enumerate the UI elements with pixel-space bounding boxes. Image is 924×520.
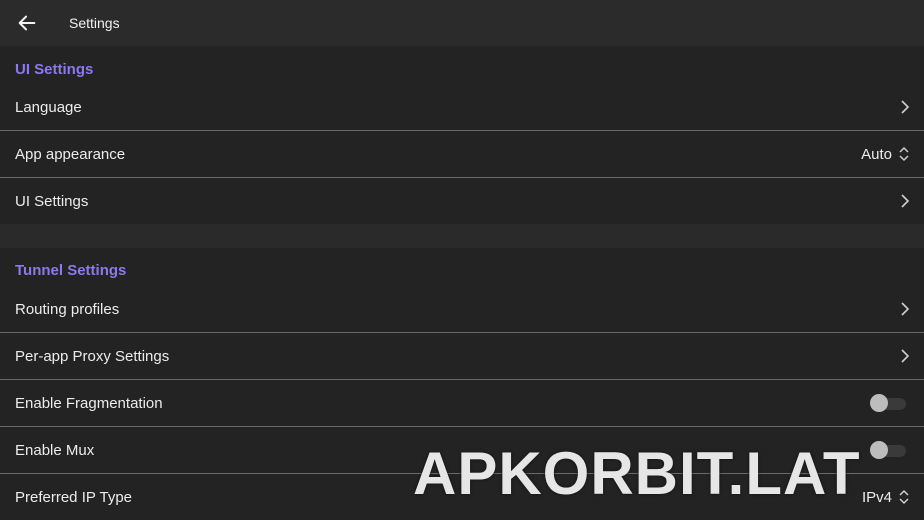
toggle-thumb [870,394,888,412]
chevron-right-icon [901,194,910,208]
ui-settings-section: UI Settings Language App appearance Auto… [0,46,924,224]
updown-chevron-icon [899,146,909,162]
settings-item-label: Routing profiles [15,300,120,318]
toggle-thumb [870,441,888,459]
section-header-ui-settings: UI Settings [15,61,94,78]
settings-item-app-appearance[interactable]: App appearance Auto [0,131,924,177]
settings-item-label: Enable Mux [15,441,95,459]
settings-item-ui-settings[interactable]: UI Settings [0,178,924,224]
settings-item-label: Preferred IP Type [15,488,133,506]
settings-item-routing-profiles[interactable]: Routing profiles [0,286,924,332]
settings-item-label: UI Settings [15,192,89,210]
section-header-tunnel-settings: Tunnel Settings [15,262,127,279]
settings-item-label: Language [15,98,82,116]
back-arrow-icon[interactable] [16,12,38,34]
watermark-text: APKORBIT.LAT [413,440,861,507]
settings-item-enable-fragmentation[interactable]: Enable Fragmentation [0,380,924,426]
settings-item-label: Per-app Proxy Settings [15,347,170,365]
chevron-right-icon [901,100,910,114]
updown-chevron-icon [899,489,909,505]
app-appearance-value: Auto [861,145,892,163]
app-bar: Settings [0,0,924,46]
section-spacer [0,224,924,248]
settings-item-language[interactable]: Language [0,84,924,130]
fragmentation-toggle[interactable] [870,393,908,413]
settings-item-label: App appearance [15,145,126,163]
settings-item-per-app-proxy[interactable]: Per-app Proxy Settings [0,333,924,379]
preferred-ip-type-value: IPv4 [861,488,892,506]
chevron-right-icon [901,302,910,316]
page-title: Settings [69,15,120,31]
settings-item-label: Enable Fragmentation [15,394,163,412]
chevron-right-icon [901,349,910,363]
mux-toggle[interactable] [870,440,908,460]
